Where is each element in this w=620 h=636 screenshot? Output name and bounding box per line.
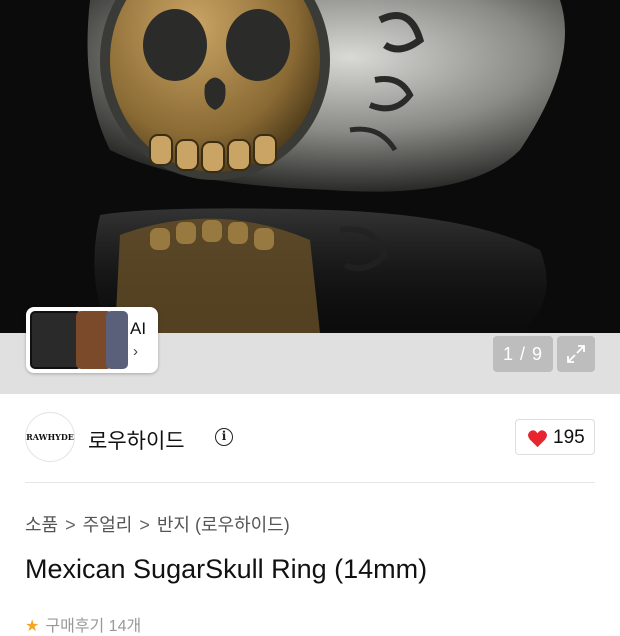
breadcrumb-item-subcategory[interactable]: 주얼리 — [83, 511, 133, 537]
ai-label: AI — [130, 319, 147, 338]
like-button[interactable]: 195 — [515, 419, 595, 455]
shop-logo[interactable]: RAWHYDE — [25, 412, 75, 462]
like-count: 195 — [553, 427, 585, 448]
ring-photo — [0, 0, 620, 333]
shop-name[interactable]: 로우하이드 — [88, 425, 185, 455]
product-title: Mexican SugarSkull Ring (14mm) — [25, 554, 428, 584]
breadcrumb-separator: > — [139, 515, 150, 535]
shop-logo-text: RAWHYDE — [26, 432, 74, 442]
review-summary[interactable]: ★ 구매후기 14개 — [25, 612, 141, 636]
thumbnail-1 — [30, 311, 82, 369]
thumbnail-3 — [106, 311, 128, 369]
breadcrumb-item-category[interactable]: 소품 — [25, 511, 58, 537]
ai-similar-card[interactable]: AI › — [26, 307, 158, 373]
breadcrumb-separator: > — [65, 515, 76, 535]
product-image[interactable] — [0, 0, 620, 333]
review-count: 구매후기 14개 — [45, 618, 142, 635]
divider — [25, 482, 595, 483]
expand-button[interactable] — [557, 336, 595, 372]
breadcrumb-item-current[interactable]: 반지 (로우하이드) — [157, 511, 290, 537]
expand-icon — [567, 345, 585, 363]
heart-icon — [528, 430, 547, 448]
breadcrumb: 소품 > 주얼리 > 반지 (로우하이드) — [25, 511, 290, 537]
shop-row: RAWHYDE 로우하이드 i 195 — [25, 412, 595, 464]
chevron-right-icon: › — [133, 343, 138, 360]
info-icon[interactable]: i — [215, 428, 233, 446]
page-indicator: 1 / 9 — [493, 336, 553, 372]
star-icon: ★ — [25, 618, 40, 635]
